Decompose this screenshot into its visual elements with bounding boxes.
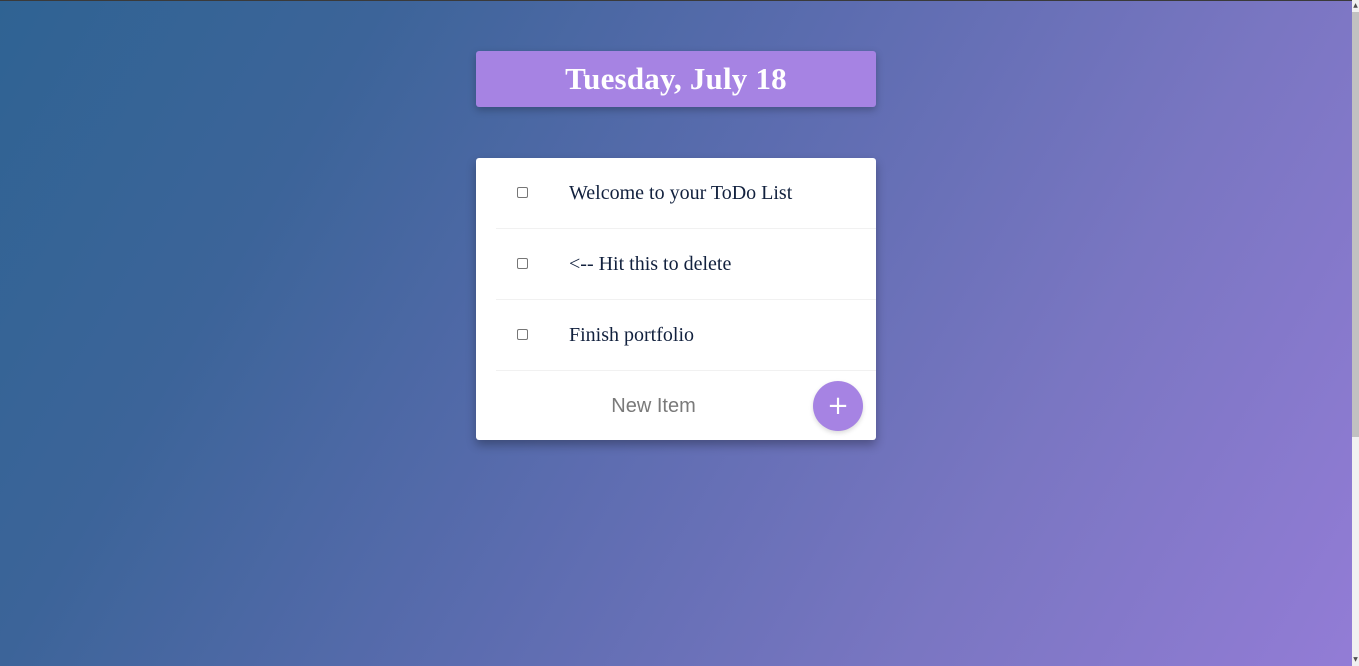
scroll-down-arrow-icon[interactable]: ▼ — [1352, 656, 1359, 664]
date-heading-box: Tuesday, July 18 — [476, 51, 876, 107]
todo-item-label: Welcome to your ToDo List — [569, 182, 793, 204]
new-item-input[interactable] — [496, 382, 811, 430]
scroll-up-arrow-icon[interactable]: ▲ — [1352, 2, 1359, 10]
date-title: Tuesday, July 18 — [565, 61, 787, 96]
todo-list-box: Welcome to your ToDo List <-- Hit this t… — [476, 158, 876, 440]
scrollbar-thumb[interactable] — [1352, 12, 1359, 437]
vertical-scrollbar[interactable]: ▲ ▼ — [1352, 0, 1359, 666]
todo-item: <-- Hit this to delete — [496, 229, 876, 300]
todo-item: Finish portfolio — [496, 300, 876, 371]
todo-item-checkbox[interactable] — [517, 329, 528, 340]
todo-item-checkbox[interactable] — [517, 187, 528, 198]
browser-top-edge — [0, 0, 1352, 1]
add-item-button[interactable]: + — [813, 381, 863, 431]
todo-item: Welcome to your ToDo List — [496, 158, 876, 229]
todo-item-label: <-- Hit this to delete — [569, 253, 732, 275]
todo-item-checkbox[interactable] — [517, 258, 528, 269]
new-item-form: + — [496, 371, 876, 440]
todo-item-label: Finish portfolio — [569, 324, 695, 346]
